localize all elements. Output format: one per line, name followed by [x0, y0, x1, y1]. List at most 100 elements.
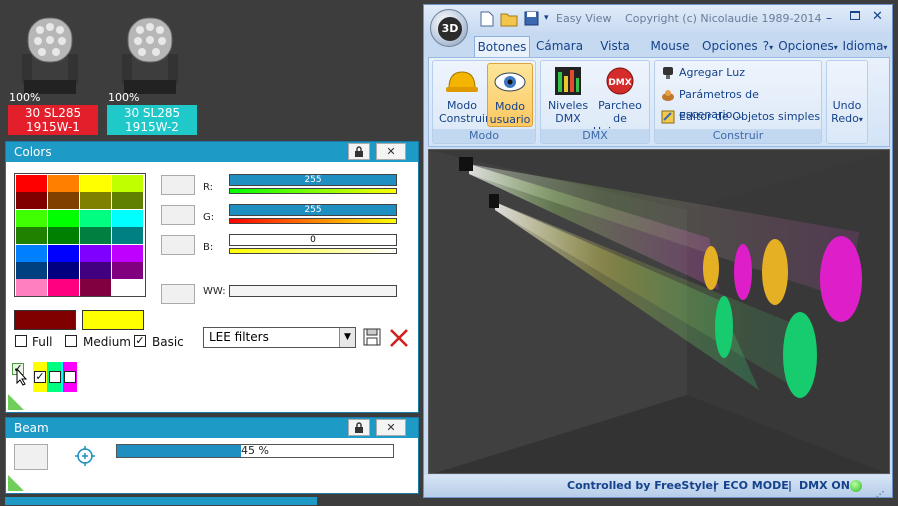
group-dmx-label: DMX — [541, 129, 649, 143]
mini-swatch-4-checkbox[interactable] — [64, 371, 76, 383]
blue-slider[interactable]: 0 — [229, 234, 397, 246]
palette-swatch[interactable] — [48, 244, 79, 262]
save-file-button[interactable] — [524, 11, 539, 29]
filter-select[interactable]: LEE filters ▼ — [203, 327, 356, 348]
green-slider[interactable]: 255 — [229, 204, 397, 216]
palette-swatch[interactable] — [48, 279, 79, 297]
green-preset-button[interactable] — [161, 205, 195, 225]
palette-swatch[interactable] — [16, 227, 47, 245]
menu-help[interactable]: ?▾ — [760, 36, 776, 57]
palette-swatch[interactable] — [112, 227, 143, 245]
tab-vista[interactable]: Vista — [598, 36, 632, 57]
mini-swatch-2-checkbox[interactable] — [49, 371, 61, 383]
secondary-color-swatch[interactable] — [82, 310, 144, 330]
blue-preset-button[interactable] — [161, 235, 195, 255]
palette-swatch[interactable] — [48, 262, 79, 279]
ww-preset-button[interactable] — [161, 284, 195, 304]
resize-grip-icon[interactable] — [8, 394, 24, 410]
lock-button[interactable] — [348, 419, 370, 436]
red-slider[interactable]: 255 — [229, 174, 397, 186]
tab-camara[interactable]: Cámara — [536, 36, 583, 57]
undo-redo-button[interactable]: Undo Redo▾ — [827, 99, 867, 129]
palette-swatch[interactable] — [80, 279, 111, 297]
parcheo-universos-button[interactable]: DMX Parcheo de Universos — [591, 63, 649, 138]
tab-mouse[interactable]: Mouse — [650, 36, 690, 57]
delete-button[interactable] — [388, 328, 410, 348]
palette-swatch[interactable] — [16, 209, 47, 227]
new-file-button[interactable] — [480, 11, 494, 30]
editor-objetos-button[interactable]: Editor de Objetos simples — [657, 107, 820, 127]
resize-grip-icon[interactable] — [8, 475, 24, 491]
palette-swatch[interactable] — [112, 175, 143, 192]
fixture-2[interactable] — [110, 10, 200, 100]
basic-checkbox[interactable]: ✓ — [134, 335, 146, 347]
fixture-1[interactable] — [10, 10, 100, 100]
palette-swatch[interactable] — [112, 279, 143, 297]
zoom-target-button[interactable] — [74, 445, 96, 467]
palette-swatch[interactable] — [16, 262, 47, 279]
parametros-escenario-button[interactable]: Parámetros de escenario... — [657, 85, 821, 121]
palette-swatch[interactable] — [16, 244, 47, 262]
palette-swatch[interactable] — [112, 262, 143, 279]
mini-swatch-1-checkbox[interactable]: ✓ — [34, 371, 46, 383]
tab-opciones[interactable]: Opciones — [702, 36, 758, 57]
tab-botones[interactable]: Botones e — [474, 36, 530, 57]
beam-progress[interactable]: 45 % — [116, 444, 394, 458]
palette-swatch[interactable] — [112, 244, 143, 262]
status-eco[interactable]: ECO MODE — [723, 475, 789, 497]
red-preset-button[interactable] — [161, 175, 195, 195]
modo-usuario-button[interactable]: Modo usuario — [487, 63, 533, 127]
status-bar: Controlled by FreeStyler | ECO MODE | DM… — [424, 475, 892, 499]
beam-toggle-button[interactable] — [14, 444, 48, 470]
full-checkbox[interactable] — [15, 335, 27, 347]
palette-swatch[interactable] — [80, 227, 111, 245]
palette-swatch[interactable] — [80, 244, 111, 262]
open-folder-button[interactable] — [500, 11, 518, 30]
palette-swatch[interactable] — [48, 175, 79, 192]
modo-construir-button[interactable]: Modo Construir — [439, 63, 490, 127]
palette-swatch[interactable] — [48, 192, 79, 210]
minimize-button[interactable]: – — [826, 11, 832, 25]
3d-viewport[interactable] — [428, 149, 890, 474]
fixture-2-label[interactable]: 30 SL285 1915W-2 — [107, 105, 197, 135]
dropdown-arrow-icon[interactable]: ▼ — [339, 328, 355, 347]
collapsed-panel-header[interactable] — [5, 497, 317, 505]
floppy-icon — [363, 328, 381, 346]
menu-opciones[interactable]: Opciones▾ — [778, 36, 838, 57]
menu-opciones-label: Opciones — [778, 39, 834, 53]
color-palette — [14, 173, 146, 297]
hard-hat-icon — [446, 71, 478, 92]
restore-button[interactable] — [850, 11, 860, 20]
blue-gradient — [229, 248, 397, 254]
close-window-button[interactable]: ✕ — [872, 9, 883, 24]
close-button[interactable]: ✕ — [376, 143, 406, 160]
lock-button[interactable] — [348, 143, 370, 160]
save-button[interactable] — [363, 328, 381, 346]
palette-swatch[interactable] — [80, 175, 111, 192]
palette-swatch[interactable] — [16, 175, 47, 192]
primary-color-swatch[interactable] — [14, 310, 76, 330]
medium-checkbox[interactable] — [65, 335, 77, 347]
agregar-luz-button[interactable]: Agregar Luz — [657, 63, 745, 83]
palette-swatch[interactable] — [48, 227, 79, 245]
palette-swatch[interactable] — [80, 192, 111, 210]
colors-panel-header: Colors ✕ — [6, 142, 418, 162]
palette-swatch[interactable] — [16, 192, 47, 210]
beam-panel-title: Beam — [14, 421, 49, 435]
palette-swatch[interactable] — [16, 279, 47, 297]
group-construir: Agregar Luz Parámetros de escenario... E… — [654, 60, 822, 144]
palette-swatch[interactable] — [80, 262, 111, 279]
niveles-dmx-button[interactable]: Niveles DMX — [545, 63, 591, 127]
app-logo-button[interactable]: 3D — [430, 9, 468, 47]
window-resize-grip-icon[interactable]: ⋰ — [876, 484, 884, 506]
palette-swatch[interactable] — [80, 209, 111, 227]
menu-idioma[interactable]: Idioma▾ — [840, 36, 890, 57]
quick-access-dropdown[interactable]: ▾ — [544, 13, 549, 23]
palette-swatch[interactable] — [112, 192, 143, 210]
palette-swatch[interactable] — [112, 209, 143, 227]
close-button[interactable]: ✕ — [376, 419, 406, 436]
palette-swatch[interactable] — [48, 209, 79, 227]
fixture-1-label[interactable]: 30 SL285 1915W-1 — [8, 105, 98, 135]
ww-slider[interactable] — [229, 285, 397, 297]
status-dmx[interactable]: DMX ON — [799, 475, 850, 497]
